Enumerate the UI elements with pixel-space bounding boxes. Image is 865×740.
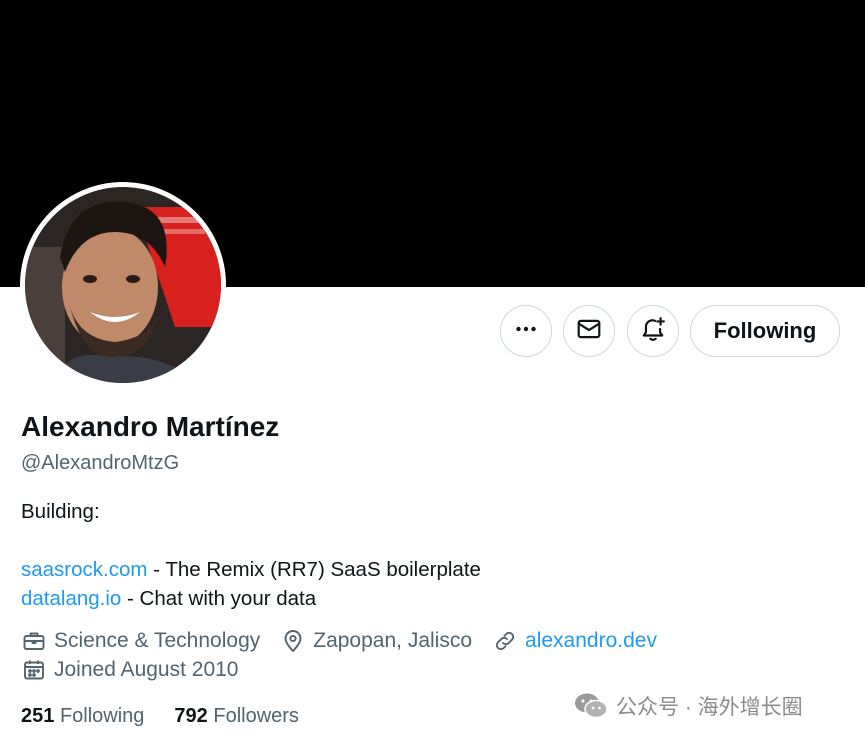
briefcase-icon [21, 628, 47, 654]
watermark-text: 公众号 · 海外增长圈 [616, 696, 803, 719]
profile-meta-row: Science & Technology Zapopan, Jalisco al… [21, 628, 677, 654]
website-link[interactable]: alexandro.dev [525, 629, 657, 653]
saasrock-description: - The Remix (RR7) SaaS boilerplate [147, 558, 481, 581]
location-item: Zapopan, Jalisco [280, 628, 472, 654]
category-text: Science & Technology [54, 629, 261, 652]
profile-avatar[interactable] [20, 182, 226, 388]
notify-button[interactable] [627, 305, 679, 357]
followers-count: 792 [174, 705, 208, 727]
follow-stats: 251 Following 792 Followers [21, 705, 329, 728]
following-button[interactable]: Following [690, 305, 840, 357]
website-item: alexandro.dev [492, 628, 657, 654]
envelope-icon [576, 316, 602, 347]
bio-line-saasrock: saasrock.com - The Remix (RR7) SaaS boil… [21, 555, 481, 584]
display-name: Alexandro Martínez [21, 411, 280, 442]
bio-line-building: Building: [21, 500, 100, 523]
saasrock-link[interactable]: saasrock.com [21, 558, 147, 581]
datalang-link[interactable]: datalang.io [21, 587, 121, 610]
more-button[interactable] [500, 305, 552, 357]
link-icon [492, 628, 518, 654]
datalang-description: - Chat with your data [121, 587, 317, 610]
followers-label: Followers [213, 705, 299, 727]
calendar-icon [21, 657, 47, 683]
wechat-icon [574, 692, 608, 720]
user-handle: @AlexandroMtzG [21, 452, 180, 474]
bell-plus-icon [640, 316, 666, 347]
profile-bio: Building: saasrock.com - The Remix (RR7)… [21, 497, 481, 613]
joined-text: Joined August 2010 [54, 658, 239, 681]
followers-stat[interactable]: 792 Followers [174, 705, 299, 728]
message-button[interactable] [563, 305, 615, 357]
joined-row: Joined August 2010 [21, 657, 259, 683]
more-horizontal-icon [514, 317, 538, 346]
following-stat[interactable]: 251 Following [21, 705, 144, 728]
joined-item: Joined August 2010 [21, 657, 239, 683]
location-text: Zapopan, Jalisco [313, 629, 473, 652]
bio-blank-line [21, 526, 481, 555]
bio-line-datalang: datalang.io - Chat with your data [21, 584, 481, 613]
category-item: Science & Technology [21, 628, 260, 654]
location-pin-icon [280, 628, 306, 654]
following-label: Following [59, 705, 145, 727]
wechat-watermark: 公众号 · 海外增长圈 [574, 691, 803, 721]
following-count: 251 [21, 705, 55, 727]
avatar-photo [25, 187, 221, 383]
